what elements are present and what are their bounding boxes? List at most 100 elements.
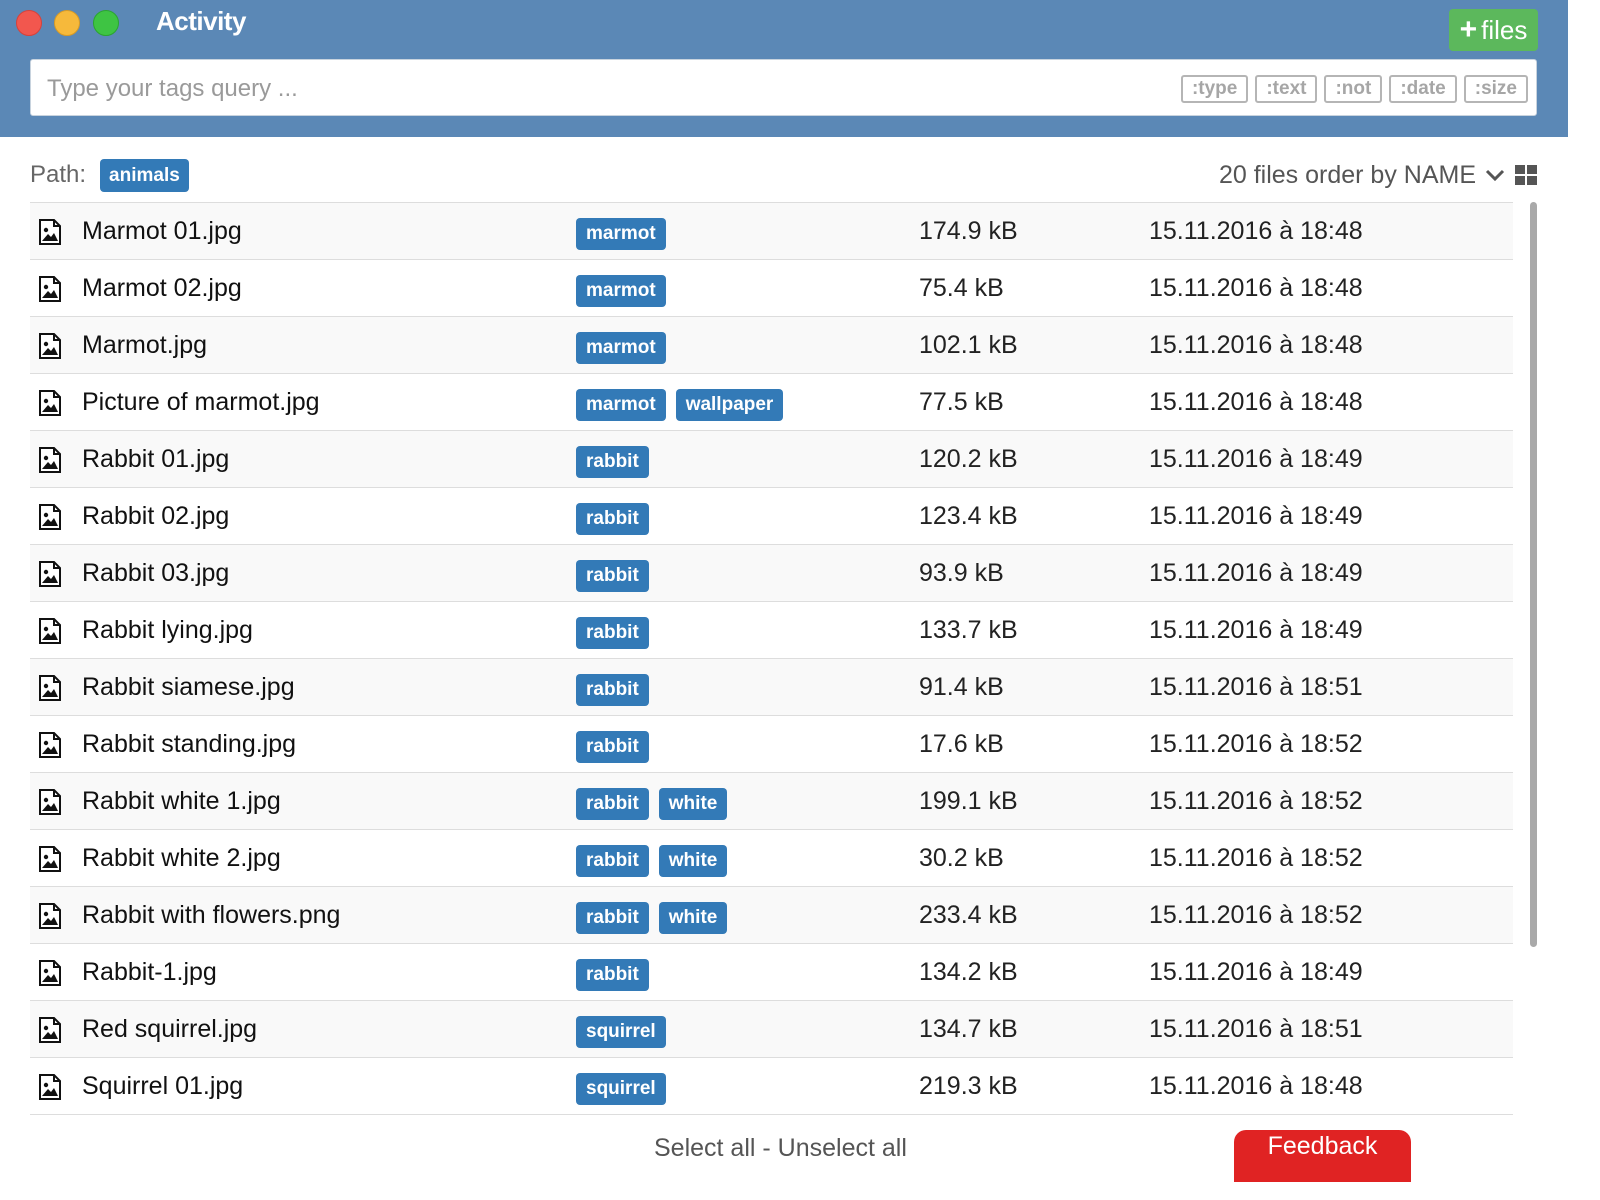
table-row[interactable]: Red squirrel.jpg squirrel 134.7 kB 15.11.20… <box>30 1001 1513 1058</box>
table-row[interactable]: Rabbit 03.jpg rabbit 93.9 kB 15.11.2016 à 1… <box>30 545 1513 602</box>
file-name[interactable]: Rabbit white 1.jpg <box>82 773 281 829</box>
file-size: 133.7 kB <box>919 616 1018 644</box>
file-size: 174.9 kB <box>919 217 1018 245</box>
image-file-icon <box>38 333 62 359</box>
table-row[interactable]: Rabbit 01.jpg rabbit 120.2 kB 15.11.2016 à … <box>30 431 1513 488</box>
tag-chip[interactable]: squirrel <box>576 1016 666 1048</box>
file-date: 15.11.2016 à 18:48 <box>1149 217 1363 245</box>
tag-chip[interactable]: wallpaper <box>675 389 784 421</box>
scrollbar-thumb[interactable] <box>1530 202 1537 947</box>
file-name[interactable]: Rabbit-1.jpg <box>82 944 217 1000</box>
order-text[interactable]: 20 files order by NAME <box>1219 161 1476 190</box>
file-date: 15.11.2016 à 18:48 <box>1149 1072 1363 1100</box>
path-label: Path: <box>30 161 87 188</box>
file-name[interactable]: Rabbit white 2.jpg <box>82 830 281 886</box>
image-file-icon <box>38 732 62 758</box>
tag-chip[interactable]: white <box>658 902 728 934</box>
grid-view-icon[interactable] <box>1514 164 1538 186</box>
file-size: 123.4 kB <box>919 502 1018 530</box>
table-row[interactable]: Rabbit 02.jpg rabbit 123.4 kB 15.11.2016 à … <box>30 488 1513 545</box>
tag-chip[interactable]: white <box>658 845 728 877</box>
file-date: 15.11.2016 à 18:48 <box>1149 274 1363 302</box>
table-row[interactable]: Rabbit-1.jpg rabbit 134.2 kB 15.11.2016 à 1… <box>30 944 1513 1001</box>
table-row[interactable]: Rabbit with flowers.png rabbit white 233.4 … <box>30 887 1513 944</box>
table-row[interactable]: Marmot.jpg marmot 102.1 kB 15.11.2016 à 18:… <box>30 317 1513 374</box>
close-window-button[interactable] <box>16 10 42 36</box>
file-name[interactable]: Marmot.jpg <box>82 317 207 373</box>
file-date: 15.11.2016 à 18:49 <box>1149 445 1363 473</box>
filter-button-type[interactable]: :type <box>1180 75 1249 103</box>
plus-icon: + <box>1459 13 1478 46</box>
filter-button-text[interactable]: :text <box>1255 75 1318 103</box>
file-name[interactable]: Rabbit 01.jpg <box>82 431 229 487</box>
file-name[interactable]: Rabbit siamese.jpg <box>82 659 295 715</box>
file-date: 15.11.2016 à 18:52 <box>1149 901 1363 929</box>
tag-chip[interactable]: rabbit <box>576 617 649 649</box>
tag-chip[interactable]: white <box>658 788 728 820</box>
feedback-button[interactable]: Feedback <box>1234 1130 1411 1182</box>
tag-chip[interactable]: rabbit <box>576 503 649 535</box>
file-tags: rabbit <box>576 674 649 706</box>
table-row[interactable]: Rabbit white 2.jpg rabbit white 30.2 kB 15.1… <box>30 830 1513 887</box>
image-file-icon <box>38 390 62 416</box>
order-control: 20 files order by NAME <box>1219 158 1538 192</box>
file-name[interactable]: Picture of marmot.jpg <box>82 374 320 430</box>
file-size: 120.2 kB <box>919 445 1018 473</box>
image-file-icon <box>38 561 62 587</box>
table-row[interactable]: Rabbit standing.jpg rabbit 17.6 kB 15.11.20… <box>30 716 1513 773</box>
minimize-window-button[interactable] <box>54 10 80 36</box>
file-size: 93.9 kB <box>919 559 1004 587</box>
unselect-all-link[interactable]: Unselect all <box>778 1134 907 1162</box>
tag-chip[interactable]: rabbit <box>576 731 649 763</box>
file-name[interactable]: Rabbit 02.jpg <box>82 488 229 544</box>
table-row[interactable]: Rabbit siamese.jpg rabbit 91.4 kB 15.11.201… <box>30 659 1513 716</box>
tag-chip[interactable]: rabbit <box>576 959 649 991</box>
filter-button-size[interactable]: :size <box>1463 75 1528 103</box>
file-tags: rabbit <box>576 617 649 649</box>
table-row[interactable]: Marmot 01.jpg marmot 174.9 kB 15.11.2016 à … <box>30 203 1513 260</box>
table-row[interactable]: Rabbit white 1.jpg rabbit white 199.1 kB 15.… <box>30 773 1513 830</box>
app-title: Activity <box>156 6 246 36</box>
maximize-window-button[interactable] <box>93 10 119 36</box>
file-date: 15.11.2016 à 18:48 <box>1149 388 1363 416</box>
image-file-icon <box>38 219 62 245</box>
table-row[interactable]: Picture of marmot.jpg marmot wallpaper 77.5… <box>30 374 1513 431</box>
tag-chip[interactable]: rabbit <box>576 674 649 706</box>
file-name[interactable]: Red squirrel.jpg <box>82 1001 257 1057</box>
chevron-down-icon[interactable] <box>1484 164 1506 186</box>
path-chip-animals[interactable]: animals <box>100 158 189 192</box>
image-file-icon <box>38 960 62 986</box>
table-row[interactable]: Rabbit lying.jpg rabbit 133.7 kB 15.11.2016… <box>30 602 1513 659</box>
tag-chip[interactable]: marmot <box>576 332 666 364</box>
file-date: 15.11.2016 à 18:52 <box>1149 787 1363 815</box>
file-size: 91.4 kB <box>919 673 1004 701</box>
tag-chip[interactable]: rabbit <box>576 788 649 820</box>
file-list: Marmot 01.jpg marmot 174.9 kB 15.11.2016 à … <box>30 202 1513 1123</box>
tag-chip[interactable]: rabbit <box>576 902 649 934</box>
file-name[interactable]: Marmot 01.jpg <box>82 203 242 259</box>
file-name[interactable]: Rabbit standing.jpg <box>82 716 296 772</box>
tag-chip[interactable]: marmot <box>576 218 666 250</box>
tag-chip[interactable]: marmot <box>576 275 666 307</box>
scrollbar[interactable] <box>1528 202 1538 1122</box>
file-name[interactable]: Rabbit with flowers.png <box>82 887 340 943</box>
file-name[interactable]: Squirrel 01.jpg <box>82 1058 243 1114</box>
filter-button-not[interactable]: :not <box>1324 75 1383 103</box>
tag-chip[interactable]: marmot <box>576 389 666 421</box>
file-name[interactable]: Rabbit 03.jpg <box>82 545 229 601</box>
file-tags: marmot <box>576 332 666 364</box>
title-bar: Activity + files :type:text:not:date:siz… <box>0 0 1568 137</box>
table-row[interactable]: Squirrel 01.jpg squirrel 219.3 kB 15.11.201… <box>30 1058 1513 1115</box>
search-input[interactable] <box>31 60 1169 117</box>
tag-chip[interactable]: rabbit <box>576 446 649 478</box>
filter-button-date[interactable]: :date <box>1389 75 1457 103</box>
file-name[interactable]: Rabbit lying.jpg <box>82 602 253 658</box>
table-row[interactable]: Marmot 02.jpg marmot 75.4 kB 15.11.2016 à 1… <box>30 260 1513 317</box>
tag-chip[interactable]: rabbit <box>576 845 649 877</box>
file-name[interactable]: Marmot 02.jpg <box>82 260 242 316</box>
add-files-button[interactable]: + files <box>1449 9 1538 51</box>
file-tags: rabbit <box>576 959 649 991</box>
tag-chip[interactable]: squirrel <box>576 1073 666 1105</box>
select-all-link[interactable]: Select all <box>654 1134 755 1162</box>
tag-chip[interactable]: rabbit <box>576 560 649 592</box>
